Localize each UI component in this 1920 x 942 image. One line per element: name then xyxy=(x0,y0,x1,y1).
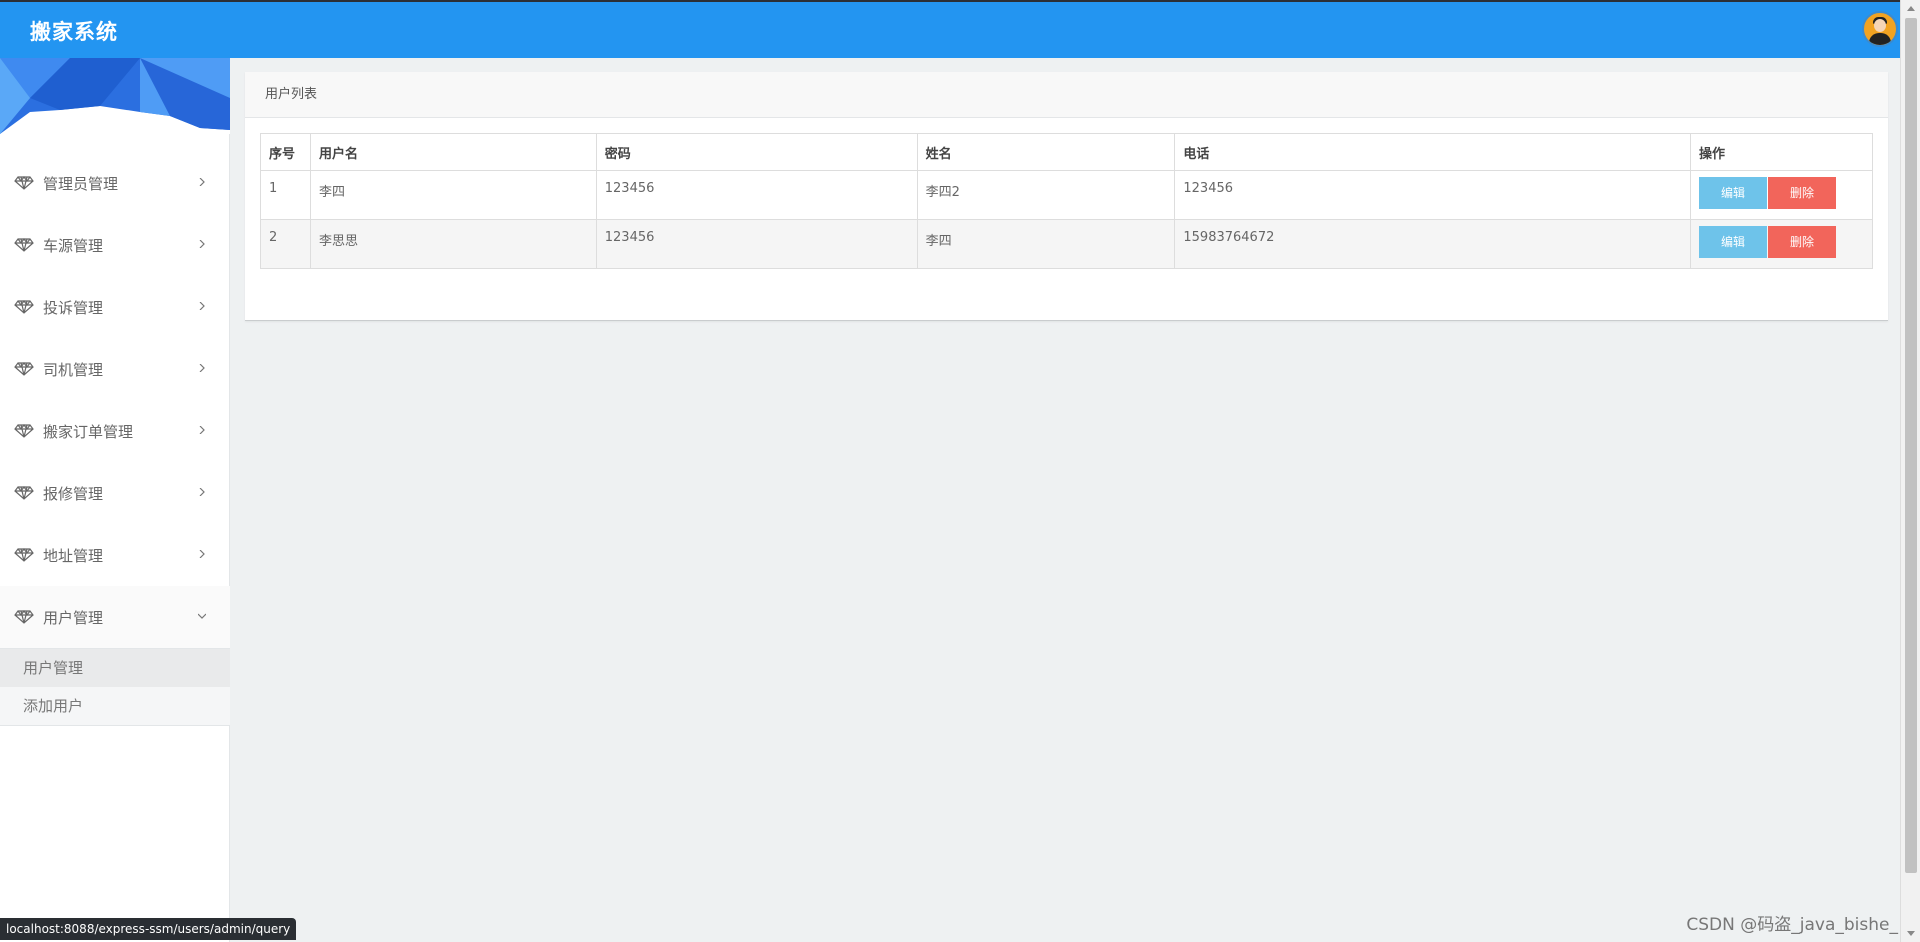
cell-password: 123456 xyxy=(595,219,918,269)
brand-title: 搬家系统 xyxy=(30,20,118,44)
sidebar-item-label: 搬家订单管理 xyxy=(43,422,134,441)
diamond-icon xyxy=(14,238,34,252)
sidebar-item-label: 用户管理 xyxy=(43,608,104,627)
watermark: CSDN @码盗_java_bishe_ xyxy=(1686,915,1898,935)
sidebar-banner xyxy=(0,58,230,134)
sidebar-item-vehicles[interactable]: 车源管理 xyxy=(0,214,230,276)
column-header: 操作 xyxy=(1690,133,1873,171)
chevron-right-icon xyxy=(199,302,205,310)
cell-index: 1 xyxy=(260,170,311,220)
edit-button[interactable]: 编辑 xyxy=(1699,177,1768,209)
cell-password: 123456 xyxy=(595,170,918,220)
chevron-right-icon xyxy=(199,426,205,434)
sidebar-item-label: 管理员管理 xyxy=(43,174,119,193)
user-avatar-icon[interactable] xyxy=(1862,11,1898,47)
edit-button[interactable]: 编辑 xyxy=(1699,226,1768,258)
sidebar-item-orders[interactable]: 搬家订单管理 xyxy=(0,400,230,462)
table-header-row: 序号 用户名 密码 姓名 电话 操作 xyxy=(260,133,1873,171)
submenu-item-add-user[interactable]: 添加用户 xyxy=(0,687,230,725)
sidebar-item-complaints[interactable]: 投诉管理 xyxy=(0,276,230,338)
cell-phone: 15983764672 xyxy=(1174,219,1692,269)
diamond-icon xyxy=(14,424,34,438)
chevron-right-icon xyxy=(199,178,205,186)
submenu-item-user-management[interactable]: 用户管理 xyxy=(0,649,230,687)
sidebar-item-label: 司机管理 xyxy=(43,360,104,379)
user-table: 序号 用户名 密码 姓名 电话 操作 1 李四 123456 李四2 12345… xyxy=(260,133,1873,269)
diamond-icon xyxy=(14,176,34,190)
scroll-down-icon[interactable] xyxy=(1907,931,1915,936)
sidebar-item-drivers[interactable]: 司机管理 xyxy=(0,338,230,400)
status-bar-url: localhost:8088/express-ssm/users/admin/q… xyxy=(0,918,297,940)
panel-title: 用户列表 xyxy=(245,72,1888,118)
chevron-down-icon xyxy=(198,613,206,619)
cell-username: 李思思 xyxy=(309,219,597,269)
sidebar-item-admin[interactable]: 管理员管理 xyxy=(0,152,230,214)
table-row: 1 李四 123456 李四2 123456 编辑 删除 xyxy=(260,170,1873,220)
column-header: 密码 xyxy=(595,133,918,171)
column-header: 序号 xyxy=(260,133,311,171)
sidebar: 管理员管理 车源管理 投诉管理 司机管理 搬家订单管理 报修管理 地址管理 用户… xyxy=(0,58,230,942)
chevron-right-icon xyxy=(199,240,205,248)
column-header: 用户名 xyxy=(309,133,597,171)
table-row: 2 李思思 123456 李四 15983764672 编辑 删除 xyxy=(260,219,1873,269)
chevron-right-icon xyxy=(199,550,205,558)
diamond-icon xyxy=(14,610,34,624)
diamond-icon xyxy=(14,486,34,500)
diamond-icon xyxy=(14,300,34,314)
scroll-up-icon[interactable] xyxy=(1907,6,1915,11)
column-header: 姓名 xyxy=(916,133,1176,171)
sidebar-item-label: 投诉管理 xyxy=(43,298,104,317)
chevron-right-icon xyxy=(199,488,205,496)
delete-button[interactable]: 删除 xyxy=(1768,177,1837,209)
cell-phone: 123456 xyxy=(1174,170,1692,220)
users-submenu: 用户管理 添加用户 xyxy=(0,648,230,726)
diamond-icon xyxy=(14,548,34,562)
user-list-panel: 用户列表 序号 用户名 密码 姓名 电话 操作 1 李四 123456 李四2 … xyxy=(245,72,1888,321)
cell-actions: 编辑 删除 xyxy=(1690,219,1873,269)
sidebar-item-users[interactable]: 用户管理 xyxy=(0,586,230,648)
top-bar: 搬家系统 xyxy=(0,0,1900,58)
cell-name: 李四 xyxy=(916,219,1176,269)
cell-actions: 编辑 删除 xyxy=(1690,170,1873,220)
sidebar-item-label: 车源管理 xyxy=(43,236,104,255)
cell-username: 李四 xyxy=(309,170,597,220)
sidebar-item-repairs[interactable]: 报修管理 xyxy=(0,462,230,524)
cell-index: 2 xyxy=(260,219,311,269)
delete-button[interactable]: 删除 xyxy=(1768,226,1837,258)
column-header: 电话 xyxy=(1174,133,1692,171)
diamond-icon xyxy=(14,362,34,376)
scrollbar-thumb[interactable] xyxy=(1905,18,1917,873)
sidebar-item-addresses[interactable]: 地址管理 xyxy=(0,524,230,586)
sidebar-menu: 管理员管理 车源管理 投诉管理 司机管理 搬家订单管理 报修管理 地址管理 用户… xyxy=(0,152,230,726)
sidebar-item-label: 报修管理 xyxy=(43,484,104,503)
cell-name: 李四2 xyxy=(916,170,1176,220)
sidebar-item-label: 地址管理 xyxy=(43,546,104,565)
chevron-right-icon xyxy=(199,364,205,372)
page-scrollbar[interactable] xyxy=(1900,0,1920,942)
